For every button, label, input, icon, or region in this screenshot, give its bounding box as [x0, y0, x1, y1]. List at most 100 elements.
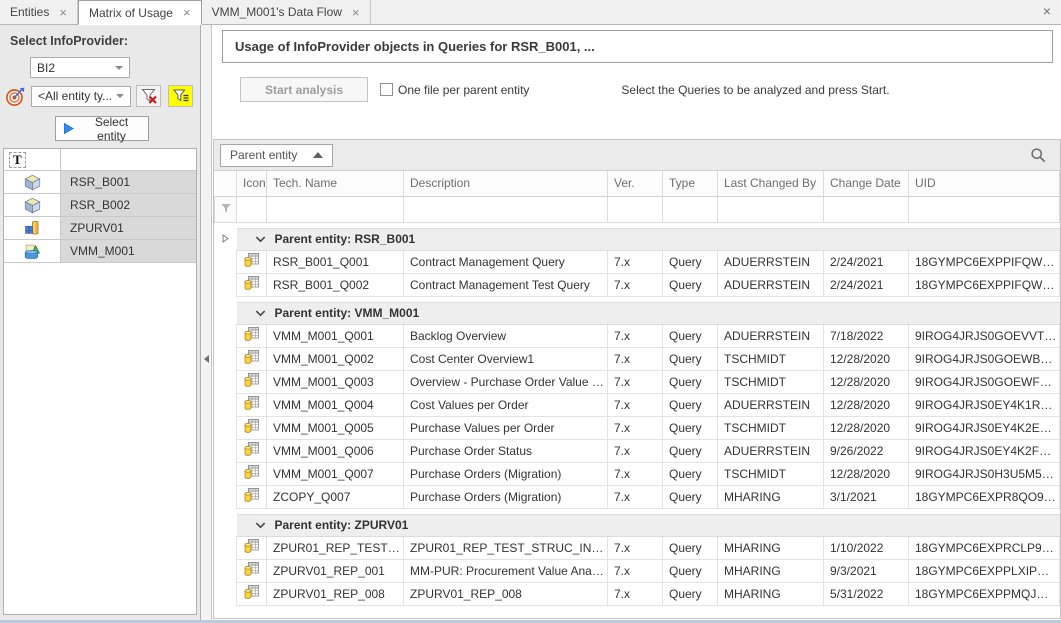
filter-input-icon[interactable] — [237, 196, 267, 222]
cell-change-date: 12/28/2020 — [824, 393, 909, 416]
tab-data-flow[interactable]: VMM_M001's Data Flow × — [202, 0, 371, 24]
tab-matrix-of-usage[interactable]: Matrix of Usage × — [78, 0, 202, 25]
group-row[interactable]: Parent entity: ZPURV01 — [215, 514, 1060, 536]
column-header-uid[interactable]: UID — [909, 171, 1060, 196]
cell-uid: 18GYMPC6EXPPLXIPQQDEWTI... — [909, 559, 1060, 582]
filter-input-ver[interactable] — [608, 196, 663, 222]
group-header-cell[interactable]: Parent entity: RSR_B001 — [237, 228, 1060, 250]
cell-type: Query — [663, 536, 718, 559]
tab-entities[interactable]: Entities × — [0, 0, 78, 24]
table-row[interactable]: ZPUR01_REP_TEST_ST...ZPUR01_REP_TEST_STR… — [215, 536, 1060, 559]
cell-tech-name: VMM_M001_Q006 — [267, 439, 404, 462]
tab-label: VMM_M001's Data Flow — [212, 5, 342, 19]
group-row[interactable]: Parent entity: VMM_M001 — [215, 302, 1060, 324]
query-icon — [244, 464, 260, 480]
row-gutter — [215, 462, 237, 485]
cell-type: Query — [663, 324, 718, 347]
column-header-icon[interactable]: Icon — [237, 171, 267, 196]
cell-ver: 7.x — [608, 439, 663, 462]
column-header-type[interactable]: Type — [663, 171, 718, 196]
tab-close-icon[interactable]: × — [59, 6, 67, 19]
cell-change-date: 9/3/2021 — [824, 559, 909, 582]
row-gutter — [215, 559, 237, 582]
chevron-down-icon[interactable] — [255, 309, 266, 318]
cell-uid: 9IROG4JRJS0EY4K2ESEXAAHNV — [909, 416, 1060, 439]
tab-close-icon[interactable]: × — [352, 6, 360, 19]
group-header-cell[interactable]: Parent entity: VMM_M001 — [237, 302, 1060, 324]
datastore-icon — [24, 220, 40, 236]
table-row[interactable]: RSR_B001_Q002Contract Management Test Qu… — [215, 273, 1060, 296]
chevron-down-icon[interactable] — [255, 235, 266, 244]
chevron-down-icon — [116, 94, 124, 98]
cell-ver: 7.x — [608, 416, 663, 439]
cell-description: MM-PUR: Procurement Value Analysis — [404, 559, 608, 582]
panel-close-icon[interactable]: × — [1043, 4, 1051, 18]
entity-name: ZPURV01 — [61, 217, 196, 239]
cell-type: Query — [663, 370, 718, 393]
entity-name: RSR_B002 — [61, 194, 196, 216]
list-item[interactable]: VMM_M001 — [4, 240, 196, 263]
filter-input-change-date[interactable] — [824, 196, 909, 222]
table-row[interactable]: ZPURV01_REP_008ZPURV01_REP_0087.xQueryMH… — [215, 582, 1060, 605]
table-row[interactable]: VMM_M001_Q004Cost Values per Order7.xQue… — [215, 393, 1060, 416]
filter-input-uid[interactable] — [909, 196, 1060, 222]
filter-input-type[interactable] — [663, 196, 718, 222]
table-row[interactable]: ZPURV01_REP_001MM-PUR: Procurement Value… — [215, 559, 1060, 582]
system-combobox[interactable]: BI2 — [30, 57, 130, 78]
cell-icon — [237, 485, 267, 508]
group-header-cell[interactable]: Parent entity: ZPURV01 — [237, 514, 1060, 536]
chevron-down-icon[interactable] — [255, 521, 266, 530]
entity-list-header-filter[interactable]: T — [4, 149, 61, 170]
row-gutter — [215, 370, 237, 393]
filter-input-tech-name[interactable] — [267, 196, 404, 222]
cell-change-date: 5/31/2022 — [824, 582, 909, 605]
cell-tech-name: VMM_M001_Q004 — [267, 393, 404, 416]
column-header-tech-name[interactable]: Tech. Name — [267, 171, 404, 196]
cell-uid: 18GYMPC6EXPR8QO96M8C5M... — [909, 485, 1060, 508]
filter-menu-button[interactable] — [168, 85, 193, 107]
cell-ver: 7.x — [608, 370, 663, 393]
list-item[interactable]: RSR_B002 — [4, 194, 196, 217]
filter-input-description[interactable] — [404, 196, 608, 222]
cell-last-changed-by: ADUERRSTEIN — [718, 393, 824, 416]
cell-tech-name: ZPURV01_REP_001 — [267, 559, 404, 582]
entity-type-combobox[interactable]: <All entity ty... — [31, 86, 131, 107]
column-header-description[interactable]: Description — [404, 171, 608, 196]
start-analysis-button[interactable]: Start analysis — [240, 77, 368, 102]
cell-uid: 9IROG4JRJS0GOEWBUZ79ME... — [909, 347, 1060, 370]
query-icon — [244, 418, 260, 434]
collapse-left-icon[interactable] — [204, 355, 209, 363]
column-header-last-changed-by[interactable]: Last Changed By — [718, 171, 824, 196]
one-file-checkbox[interactable] — [380, 83, 393, 96]
column-header-ver[interactable]: Ver. — [608, 171, 663, 196]
table-row[interactable]: VMM_M001_Q003Overview - Purchase Order V… — [215, 370, 1060, 393]
sort-ascending-icon — [313, 152, 323, 158]
group-row[interactable]: Parent entity: RSR_B001 — [215, 228, 1060, 250]
column-header-change-date[interactable]: Change Date — [824, 171, 909, 196]
list-item[interactable]: ZPURV01 — [4, 217, 196, 240]
row-gutter — [215, 302, 237, 324]
row-gutter — [215, 514, 237, 536]
page-title-text: Usage of InfoProvider objects in Queries… — [235, 39, 595, 54]
group-by-chip-parent-entity[interactable]: Parent entity — [220, 144, 333, 167]
entity-list-header-name[interactable] — [61, 149, 196, 170]
table-row[interactable]: VMM_M001_Q005Purchase Values per Order7.… — [215, 416, 1060, 439]
search-icon[interactable] — [1030, 147, 1047, 164]
table-row[interactable]: VMM_M001_Q001Backlog Overview7.xQueryADU… — [215, 324, 1060, 347]
table-row[interactable]: VMM_M001_Q006Purchase Order Status7.xQue… — [215, 439, 1060, 462]
chevron-down-icon — [115, 66, 123, 70]
gutter-header — [215, 171, 237, 196]
row-gutter — [215, 228, 237, 250]
cell-uid: 9IROG4JRJS0H3U5M5P6QPU... — [909, 462, 1060, 485]
cell-last-changed-by: MHARING — [718, 485, 824, 508]
table-row[interactable]: RSR_B001_Q001Contract Management Query7.… — [215, 250, 1060, 273]
table-row[interactable]: ZCOPY_Q007Purchase Orders (Migration)7.x… — [215, 485, 1060, 508]
table-row[interactable]: VMM_M001_Q002Cost Center Overview17.xQue… — [215, 347, 1060, 370]
table-row[interactable]: VMM_M001_Q007Purchase Orders (Migration)… — [215, 462, 1060, 485]
tab-close-icon[interactable]: × — [183, 6, 191, 19]
filter-input-last-changed-by[interactable] — [718, 196, 824, 222]
list-item[interactable]: RSR_B001 — [4, 171, 196, 194]
select-entity-button[interactable]: Select entity — [55, 116, 149, 141]
clear-filter-button[interactable] — [136, 85, 161, 107]
sidebar-splitter[interactable] — [201, 25, 212, 620]
